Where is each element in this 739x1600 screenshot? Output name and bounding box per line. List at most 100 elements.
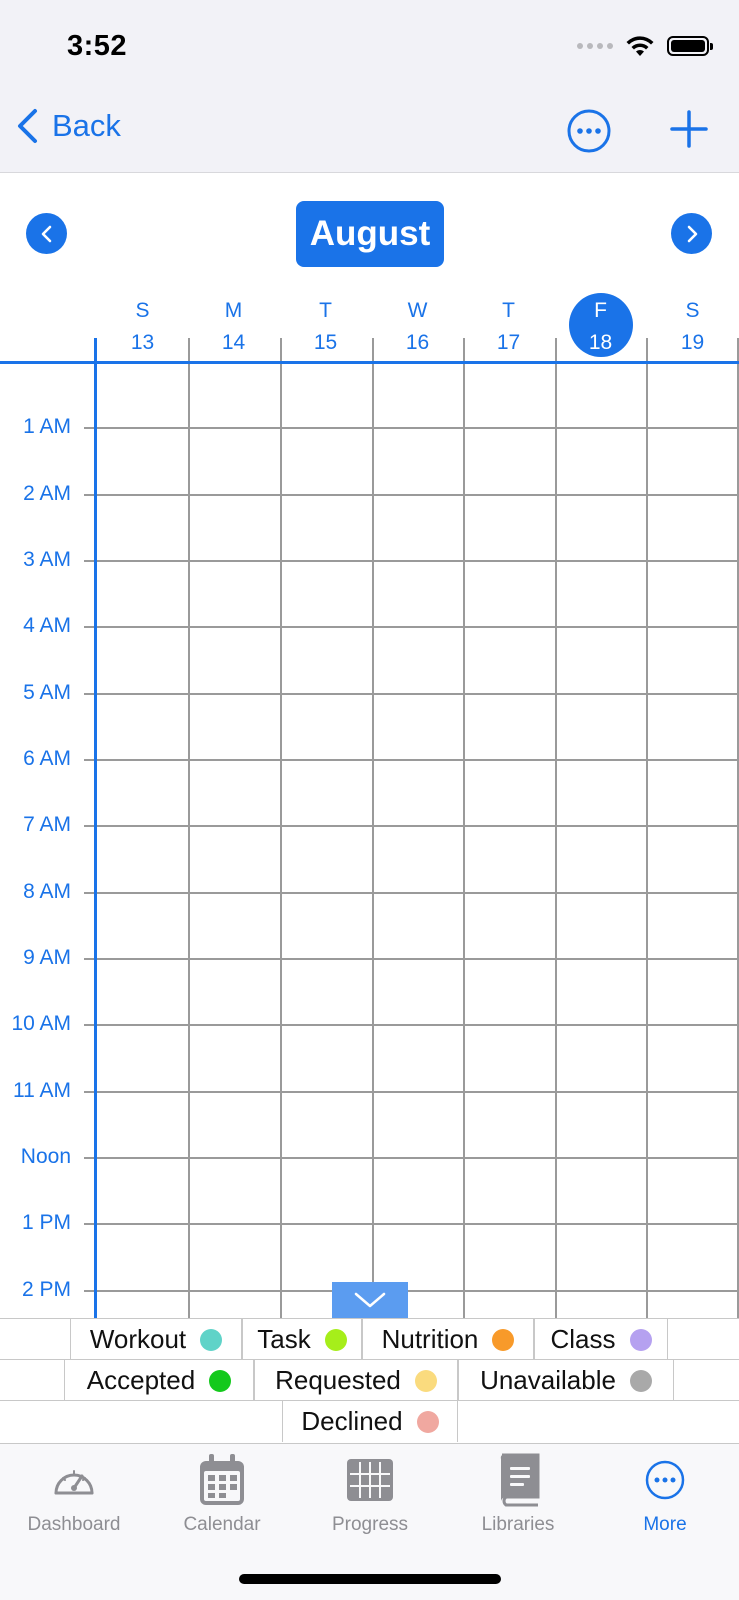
hour-label: 4 AM <box>23 614 71 637</box>
day-number: 19 <box>680 331 705 354</box>
hour-line <box>84 560 739 562</box>
hour-line <box>84 1157 739 1159</box>
day-of-week: S <box>135 299 150 322</box>
hour-line <box>84 626 739 628</box>
unavailable-color-dot <box>629 1369 652 1392</box>
hour-label: 11 AM <box>13 1079 71 1102</box>
tab-label: Dashboard <box>27 1514 121 1535</box>
class-color-dot <box>629 1328 652 1351</box>
hour-line <box>84 1223 739 1225</box>
tab-dashboard[interactable]: Dashboard <box>0 1454 148 1536</box>
gauge-icon <box>48 1454 100 1506</box>
grid-column-divider <box>372 338 374 1318</box>
hour-line <box>84 825 739 827</box>
grid-column-divider <box>188 338 190 1318</box>
tab-libraries[interactable]: Libraries <box>444 1453 592 1536</box>
hour-line <box>84 759 739 761</box>
hour-line <box>84 427 739 429</box>
month-title-button[interactable]: August <box>296 201 444 267</box>
legend-label: Requested <box>275 1365 401 1395</box>
day-of-week: M <box>224 299 243 322</box>
legend-item-class: Class <box>534 1319 668 1360</box>
hour-line <box>84 1091 739 1093</box>
book-icon <box>492 1453 544 1507</box>
declined-color-dot <box>416 1410 439 1433</box>
day-number: 14 <box>221 331 246 354</box>
requested-color-dot <box>414 1369 437 1392</box>
tab-label: Progress <box>331 1514 409 1535</box>
tab-calendar[interactable]: Calendar <box>148 1454 296 1536</box>
legend-item-requested: Requested <box>254 1360 458 1401</box>
back-label: Back <box>52 108 121 143</box>
day-header[interactable]: S 13 <box>97 295 188 359</box>
day-header-selected[interactable]: F 18 <box>555 293 646 359</box>
next-week-button[interactable] <box>671 213 712 254</box>
day-header[interactable]: M 14 <box>188 295 279 359</box>
workout-color-dot <box>200 1328 223 1351</box>
hour-label: 1 AM <box>23 415 71 438</box>
legend-label: Nutrition <box>381 1324 479 1354</box>
chevron-left-icon <box>18 109 37 143</box>
hour-line <box>84 494 739 496</box>
legend-item-unavailable: Unavailable <box>458 1360 674 1401</box>
day-of-week: F <box>594 299 607 322</box>
legend-row-types: Workout Task Nutrition Class <box>0 1318 739 1360</box>
nutrition-color-dot <box>492 1328 515 1351</box>
grid-header-divider <box>0 361 739 364</box>
calendar-icon <box>196 1454 248 1506</box>
status-icons <box>577 34 713 58</box>
collapse-legend-button[interactable] <box>332 1282 408 1318</box>
hour-label: 3 AM <box>23 548 71 571</box>
hour-label: 2 PM <box>21 1278 71 1301</box>
hour-line <box>84 958 739 960</box>
tab-more[interactable]: More <box>591 1454 739 1536</box>
legend-item-workout: Workout <box>70 1319 242 1360</box>
grid-column-divider <box>555 338 557 1318</box>
hour-label: 5 AM <box>23 681 71 704</box>
cellular-signal-icon <box>577 43 613 49</box>
day-header[interactable]: S 19 <box>647 295 738 359</box>
grid-column-divider <box>463 338 465 1318</box>
battery-icon <box>667 36 713 56</box>
grid-column-divider <box>646 338 648 1318</box>
day-of-week: T <box>319 299 332 322</box>
more-icon <box>639 1454 691 1506</box>
accepted-color-dot <box>209 1369 232 1392</box>
back-button[interactable]: Back <box>16 108 121 144</box>
legend-label: Declined <box>301 1406 403 1436</box>
hour-line <box>84 1290 739 1292</box>
legend-label: Unavailable <box>480 1365 616 1395</box>
day-number: 15 <box>313 331 338 354</box>
grid-icon <box>344 1454 396 1506</box>
day-header[interactable]: T 17 <box>463 295 554 359</box>
legend: Workout Task Nutrition Class Accepted Re… <box>0 1318 739 1443</box>
grid-column-divider <box>280 338 282 1318</box>
day-header[interactable]: T 15 <box>280 295 371 359</box>
hour-line <box>84 1024 739 1026</box>
previous-week-button[interactable] <box>26 213 67 254</box>
status-time: 3:52 <box>67 30 128 62</box>
tab-progress[interactable]: Progress <box>296 1454 444 1536</box>
legend-row-declined: Declined <box>0 1400 739 1442</box>
more-options-button[interactable] <box>566 108 612 154</box>
legend-item-nutrition: Nutrition <box>362 1319 534 1360</box>
add-button[interactable] <box>668 108 710 150</box>
legend-label: Workout <box>89 1324 187 1354</box>
hour-label: 9 AM <box>23 946 71 969</box>
chevron-down-icon <box>354 1292 386 1308</box>
legend-item-task: Task <box>242 1319 362 1360</box>
navigation-bar: 3:52 Back <box>0 0 739 173</box>
wifi-icon <box>626 36 654 56</box>
day-header[interactable]: W 16 <box>372 295 463 359</box>
task-color-dot <box>324 1328 347 1351</box>
hour-label: 8 AM <box>23 880 71 903</box>
hour-label: 10 AM <box>11 1012 71 1035</box>
day-number: 16 <box>405 331 430 354</box>
chevron-left-icon <box>41 225 51 242</box>
hour-label: 2 AM <box>23 482 71 505</box>
day-number: 18 <box>588 331 613 354</box>
hour-label: 1 PM <box>21 1211 71 1234</box>
day-number: 13 <box>130 331 155 354</box>
tab-label: Calendar <box>183 1514 261 1535</box>
day-number: 17 <box>496 331 521 354</box>
